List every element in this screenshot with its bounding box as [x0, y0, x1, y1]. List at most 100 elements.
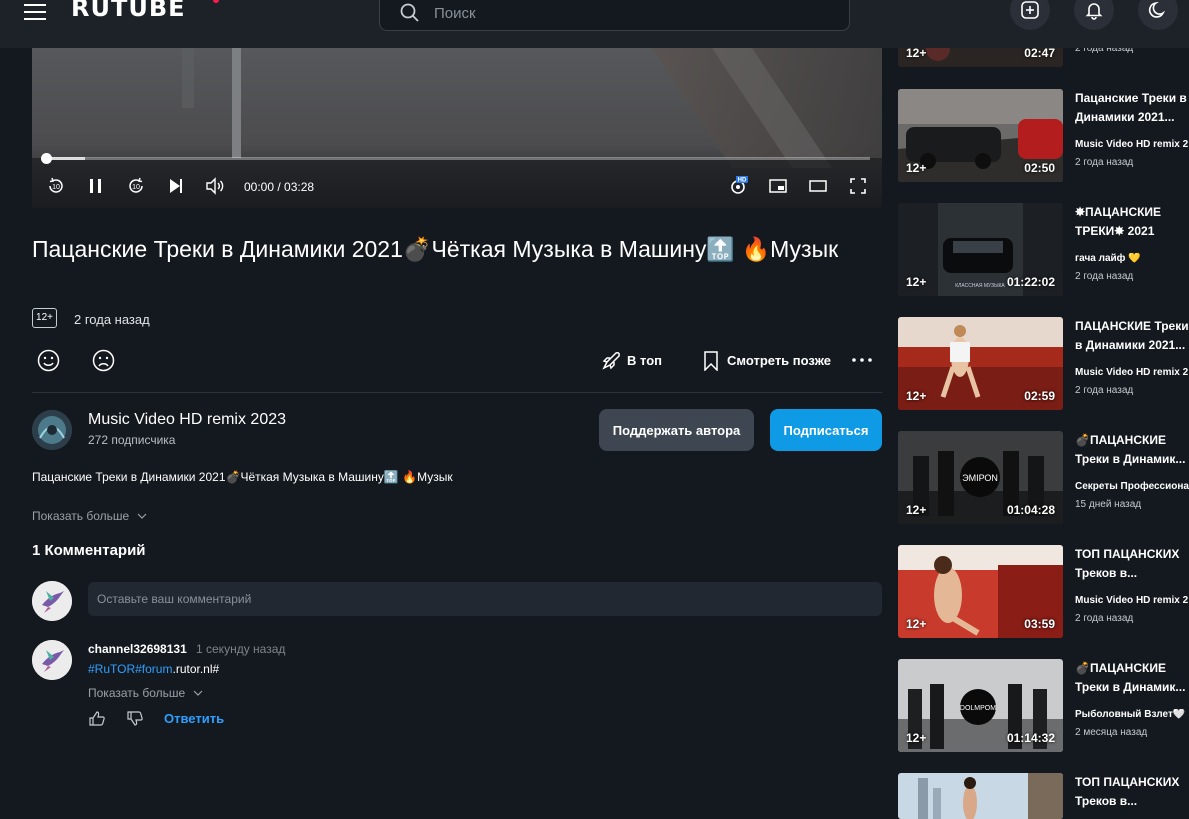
related-thumbnail[interactable]: 12+ 03:59: [898, 545, 1063, 638]
rewind-10-button[interactable]: 10: [46, 176, 66, 196]
chevron-down-icon: [193, 690, 202, 696]
related-date: 2 года назад: [1075, 157, 1134, 168]
search-icon: [400, 3, 420, 23]
next-button[interactable]: [166, 176, 186, 196]
related-age: 12+: [906, 389, 927, 403]
related-age: 12+: [906, 617, 927, 631]
related-channel[interactable]: Рыболовный Взлет🤍: [1075, 709, 1189, 720]
related-age: 12+: [906, 275, 927, 289]
comment-dislike-button[interactable]: [127, 711, 143, 726]
related-duration: 03:59: [1024, 617, 1055, 631]
related-channel[interactable]: Music Video HD remix 2: [1075, 367, 1189, 378]
related-title[interactable]: Пацанские Треки в Динамики 2021...: [1075, 89, 1189, 127]
add-video-icon: [1021, 1, 1039, 19]
thumbs-up-icon: [89, 711, 105, 726]
comment-input[interactable]: Оставьте ваш комментарий: [88, 582, 882, 616]
related-channel[interactable]: Music Video HD remix 2: [1075, 595, 1189, 606]
hd-badge: HD: [738, 178, 747, 184]
notifications-button[interactable]: [1074, 0, 1114, 30]
related-title[interactable]: ПАЦАНСКИЕ Треки в Динамики 2021...: [1075, 317, 1189, 355]
miniplayer-icon: [769, 179, 787, 193]
comment-like-button[interactable]: [89, 711, 105, 726]
top-header: RUTUBE Поиск: [0, 0, 1189, 48]
channel-name[interactable]: Music Video HD remix 2023: [88, 411, 286, 429]
related-thumbnail[interactable]: КЛАССНАЯ МУЗЫКА 12+ 01:22:02: [898, 203, 1063, 296]
video-date: 2 года назад: [74, 312, 150, 327]
thumb-caption: DOLMPOM: [960, 705, 996, 712]
bookmark-icon: [703, 351, 719, 371]
video-player[interactable]: [32, 48, 882, 208]
upload-button[interactable]: [1010, 0, 1050, 30]
dislike-button[interactable]: [92, 349, 115, 372]
pause-button[interactable]: [86, 176, 106, 196]
related-thumbnail[interactable]: ЭМIРОN 12+ 01:04:28: [898, 431, 1063, 524]
related-thumbnail[interactable]: DOLMPOM 12+ 01:14:32: [898, 659, 1063, 752]
thumbnail-image: [898, 773, 1063, 819]
related-thumbnail[interactable]: [898, 773, 1063, 819]
show-more-label: Показать больше: [32, 509, 130, 523]
related-title[interactable]: 💣ПАЦАНСКИЕ Треки в Динамик...: [1075, 659, 1189, 697]
theme-toggle-button[interactable]: [1138, 0, 1178, 30]
channel-avatar[interactable]: [32, 410, 72, 450]
miniplayer-button[interactable]: [768, 176, 788, 196]
theater-mode-button[interactable]: [808, 176, 828, 196]
video-frame: [32, 48, 882, 208]
forward-10-button[interactable]: 10: [126, 176, 146, 196]
volume-button[interactable]: [205, 176, 225, 196]
search-input[interactable]: Поиск: [379, 0, 850, 31]
support-author-button[interactable]: Поддержать автора: [599, 409, 754, 451]
related-age: 12+: [906, 161, 927, 175]
related-channel[interactable]: Секреты Профессиона: [1075, 481, 1189, 492]
progress-bar[interactable]: [46, 157, 870, 160]
related-age: 12+: [906, 503, 927, 517]
comment-show-more[interactable]: Показать больше: [88, 686, 203, 700]
video-title: Пацанские Треки в Динамики 2021💣Чёткая М…: [32, 236, 839, 262]
logo-dot: [213, 0, 219, 3]
settings-button[interactable]: HD: [728, 176, 748, 196]
related-duration: 02:50: [1024, 161, 1055, 175]
related-channel[interactable]: Music Video HD remix 2: [1075, 139, 1189, 150]
my-avatar: [32, 581, 72, 621]
related-duration: 02:47: [1024, 46, 1055, 60]
reply-button[interactable]: Ответить: [164, 711, 224, 726]
comments-title: 1 Комментарий: [32, 542, 146, 559]
comment-hashtag-link[interactable]: #RuTOR#forum: [88, 662, 172, 676]
related-date: 2 года назад: [1075, 613, 1134, 624]
time-display: 00:00 / 03:28: [244, 180, 315, 194]
related-title[interactable]: ТОП ПАЦАНСКИХ Треков в...: [1075, 773, 1189, 811]
to-top-label: В топ: [627, 353, 662, 368]
watch-later-label: Смотреть позже: [727, 353, 831, 368]
related-thumbnail[interactable]: 12+ 02:50: [898, 89, 1063, 182]
rutube-logo[interactable]: RUTUBE: [71, 0, 186, 22]
section-divider: [32, 392, 882, 393]
comment-username[interactable]: channel32698131: [88, 642, 187, 656]
progress-knob[interactable]: [41, 153, 52, 164]
more-options-icon[interactable]: [851, 352, 873, 368]
subscriber-count: 272 подписчика: [88, 433, 176, 447]
like-button[interactable]: [37, 349, 60, 372]
related-date: 2 года назад: [1075, 385, 1134, 396]
related-date: 2 года назад: [1075, 271, 1134, 282]
related-duration: 02:59: [1024, 389, 1055, 403]
related-title[interactable]: ✸ПАЦАНСКИЕ ТРЕКИ✸ 2021: [1075, 203, 1189, 241]
rocket-icon: [600, 350, 622, 372]
fullscreen-button[interactable]: [848, 176, 868, 196]
thumb-caption: ЭМIРОN: [962, 473, 998, 483]
related-thumbnail[interactable]: 12+ 02:59: [898, 317, 1063, 410]
fullscreen-icon: [850, 178, 866, 194]
related-title[interactable]: 💣ПАЦАНСКИЕ Треки в Динамик...: [1075, 431, 1189, 469]
svg-text:10: 10: [132, 184, 140, 191]
commenter-avatar[interactable]: [32, 640, 72, 680]
svg-text:10: 10: [52, 184, 60, 191]
related-date: 2 месяца назад: [1075, 727, 1148, 738]
chevron-down-icon: [137, 513, 146, 519]
hummingbird-icon: [32, 640, 72, 680]
comment-text-rest: .rutor.nl#: [172, 662, 220, 676]
hummingbird-icon: [32, 581, 72, 621]
related-channel[interactable]: гача лайф 💛: [1075, 253, 1189, 264]
show-more-link[interactable]: Показать больше: [32, 509, 147, 523]
bell-icon: [1085, 3, 1103, 20]
related-title[interactable]: ТОП ПАЦАНСКИХ Треков в...: [1075, 545, 1189, 583]
menu-icon[interactable]: [24, 1, 48, 23]
subscribe-button[interactable]: Подписаться: [770, 409, 882, 451]
